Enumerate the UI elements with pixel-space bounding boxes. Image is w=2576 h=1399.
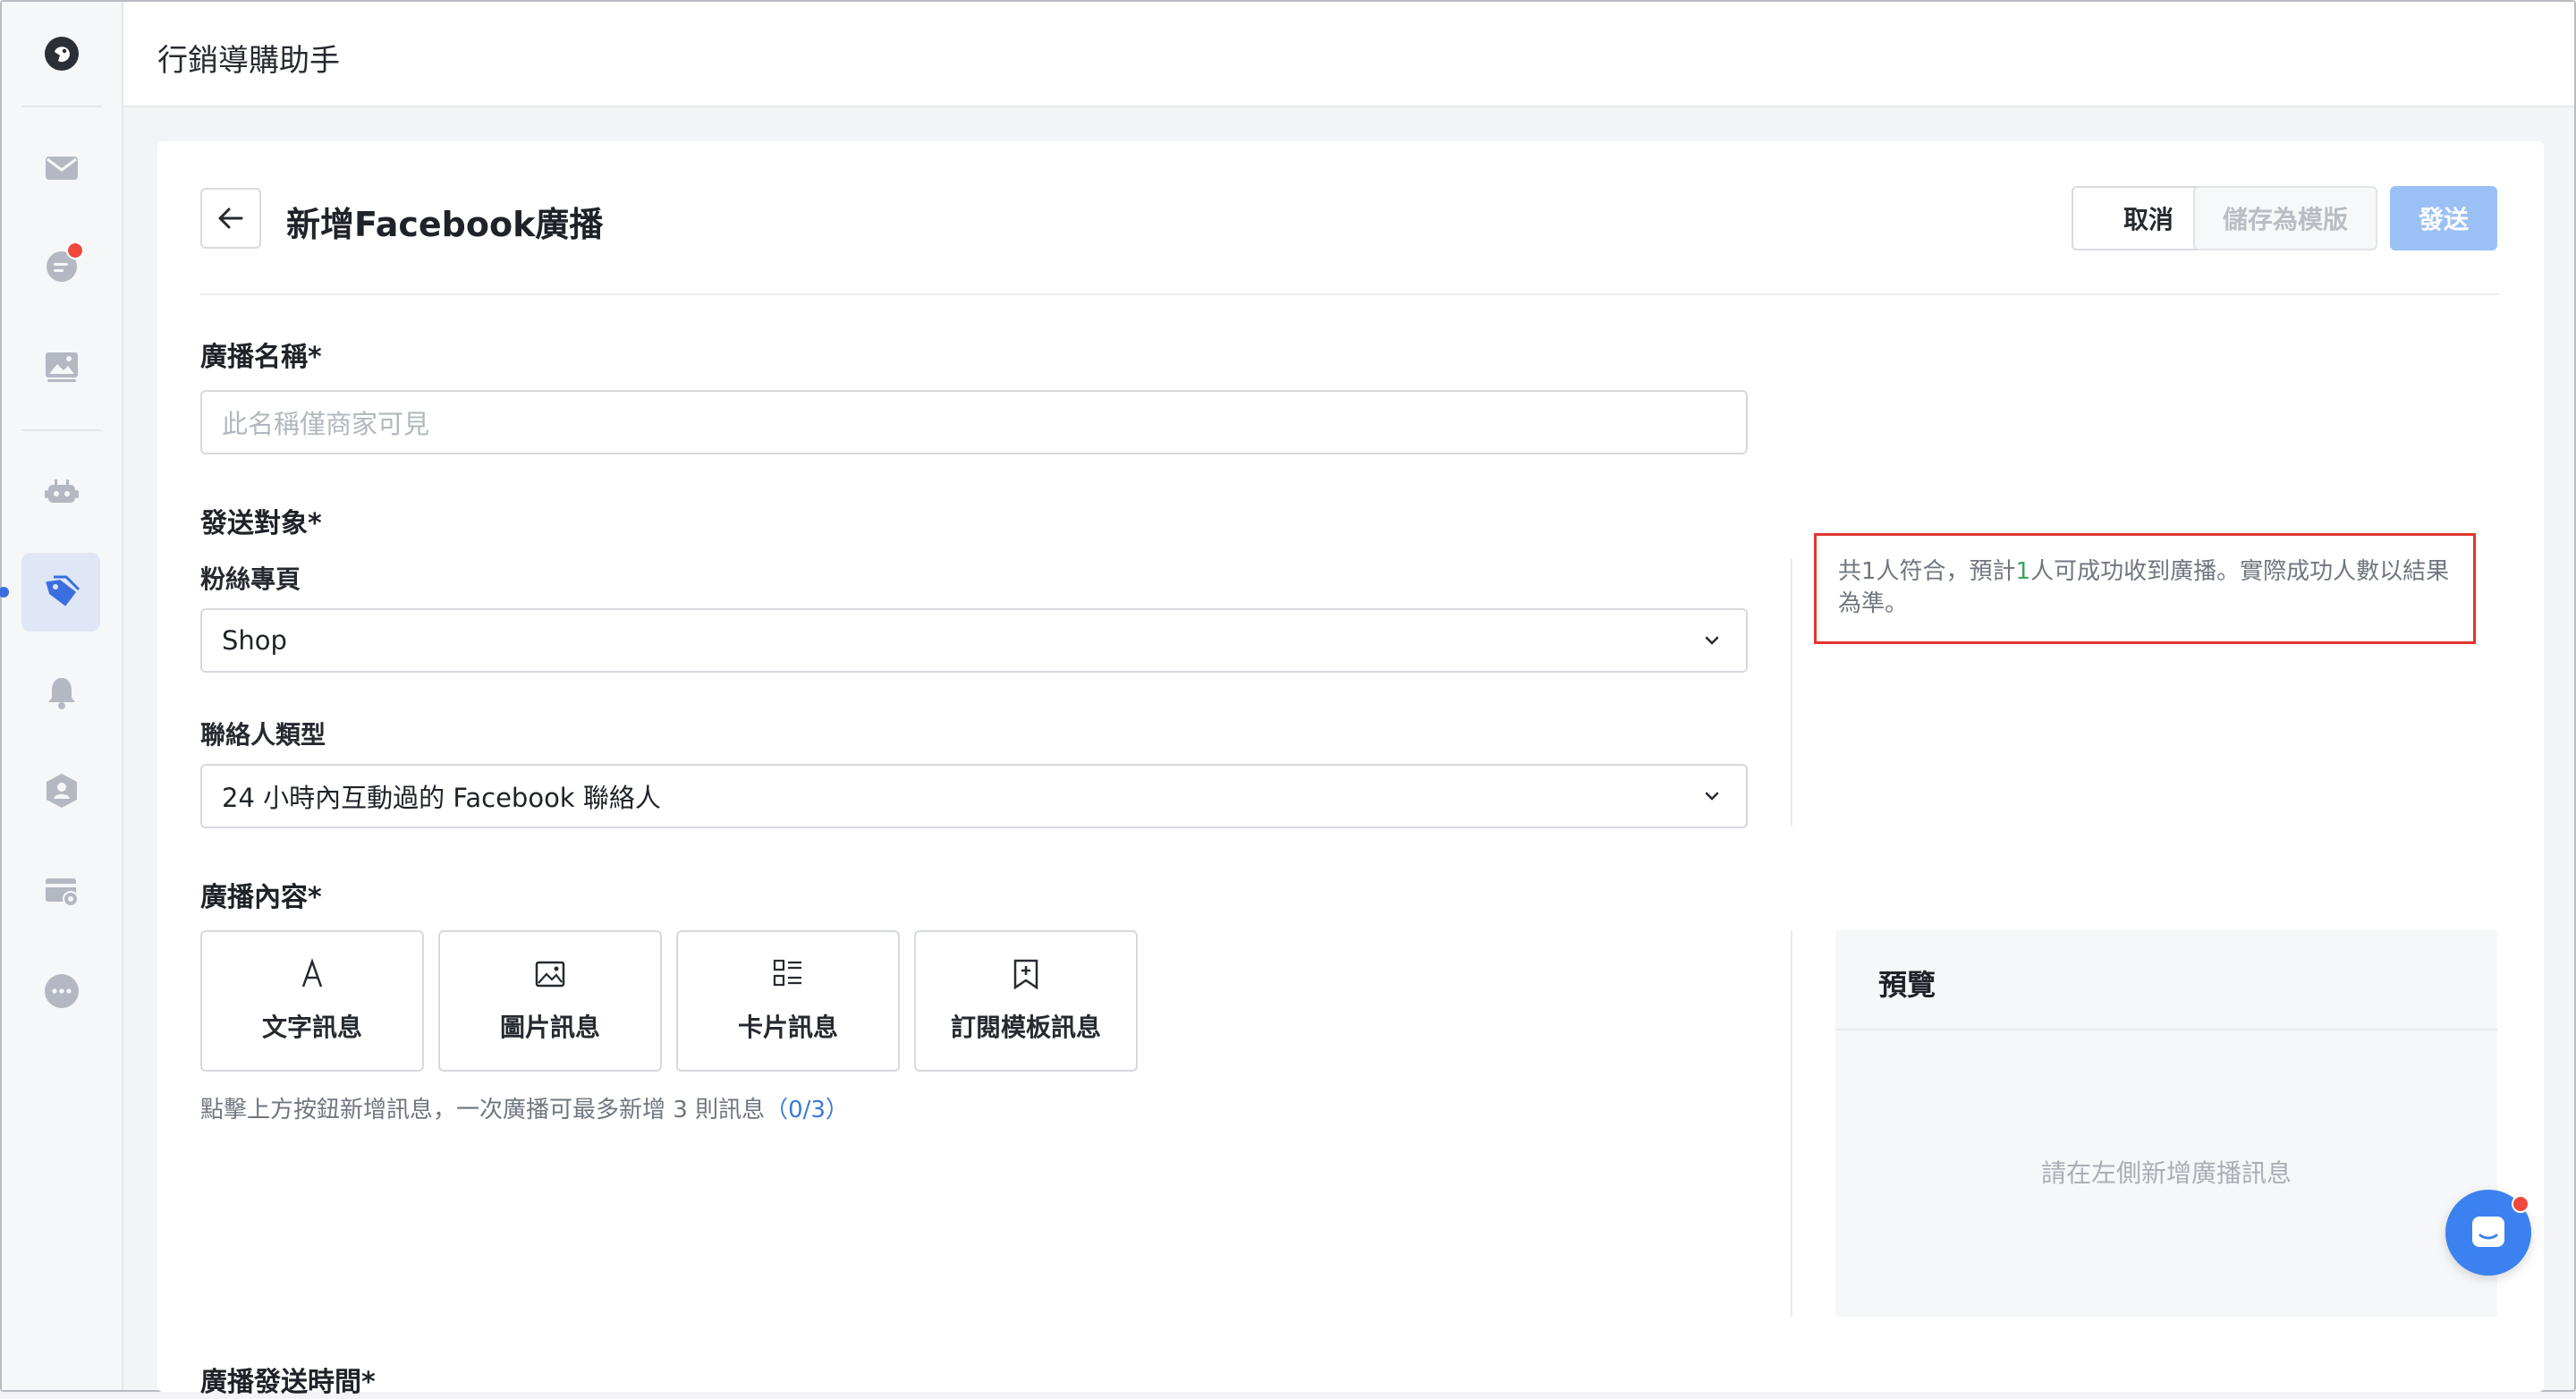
contact-type-label: 聯絡人類型 — [200, 720, 326, 750]
contact-shield-icon[interactable] — [2, 764, 122, 818]
arrow-left-icon — [218, 208, 243, 229]
add-text-message-label: 文字訊息 — [261, 1013, 362, 1042]
contact-type-select-value: 24 小時內互動過的 Facebook 聯絡人 — [222, 783, 661, 813]
fanpage-select-value: Shop — [222, 625, 287, 656]
fanpage-label: 粉絲專頁 — [200, 564, 301, 594]
preview-panel: 預覽 請在左側新增廣播訊息 — [1835, 930, 2497, 1317]
text-icon — [301, 958, 323, 988]
more-icon[interactable] — [2, 964, 122, 1018]
section-divider — [1791, 558, 1792, 827]
top-bar: 行銷導購助手 — [123, 2, 2574, 107]
image-icon — [535, 961, 565, 988]
notification-dot — [66, 242, 84, 259]
broadcast-form-card: 新增Facebook廣播 取消 儲存為模版 發送 廣播名稱* 此名稱僅商家可見 … — [157, 141, 2544, 1398]
bookmark-plus-icon — [1013, 959, 1038, 990]
chat-bubble-icon[interactable] — [2, 240, 122, 293]
add-subscription-template-button[interactable]: 訂閱模板訊息 — [914, 930, 1138, 1072]
add-card-message-label: 卡片訊息 — [737, 1013, 838, 1042]
add-card-message-button[interactable]: 卡片訊息 — [676, 930, 900, 1072]
content-hint: 點擊上方按鈕新增訊息，一次廣播可最多新增 3 則訊息（0/3） — [200, 1091, 849, 1124]
inbox-icon[interactable] — [2, 141, 122, 195]
add-text-message-button[interactable]: 文字訊息 — [200, 930, 424, 1072]
audience-note-count: 1 — [2015, 558, 2031, 585]
send-button[interactable]: 發送 — [2390, 186, 2497, 250]
card-list-icon — [773, 959, 801, 987]
tag-icon[interactable] — [2, 565, 122, 619]
add-subscription-template-label: 訂閱模板訊息 — [950, 1013, 1101, 1042]
audience-note-prefix: 共1人符合，預計 — [1838, 558, 2016, 585]
sidebar — [0, 2, 123, 1390]
add-image-message-button[interactable]: 圖片訊息 — [438, 930, 662, 1072]
logo-icon[interactable] — [2, 27, 122, 81]
back-button[interactable] — [200, 188, 261, 249]
broadcast-name-input[interactable]: 此名稱僅商家可見 — [200, 390, 1748, 454]
broadcast-name-label: 廣播名稱* — [200, 342, 322, 373]
bell-icon[interactable] — [2, 666, 122, 719]
app-title: 行銷導購助手 — [157, 43, 340, 79]
chevron-down-icon — [1705, 792, 1719, 801]
chat-notification-dot — [2512, 1195, 2529, 1213]
contact-type-select[interactable]: 24 小時內互動過的 Facebook 聯絡人 — [200, 764, 1748, 828]
chevron-down-icon — [1705, 636, 1719, 645]
preview-divider — [1835, 1029, 2497, 1030]
audience-label: 發送對象* — [200, 508, 322, 539]
card-settings-icon[interactable] — [2, 864, 122, 918]
sidebar-divider — [21, 429, 102, 431]
send-time-label: 廣播發送時間* — [200, 1367, 376, 1398]
chat-icon — [2472, 1217, 2504, 1247]
content-hint-text: 點擊上方按鈕新增訊息，一次廣播可最多新增 3 則訊息 — [200, 1097, 766, 1123]
robot-icon[interactable] — [2, 465, 122, 519]
audience-estimate-note: 共1人符合，預計1人可成功收到廣播。實際成功人數以結果為準。 — [1814, 533, 2476, 644]
page-title: 新增Facebook廣播 — [286, 205, 604, 244]
sidebar-divider — [21, 106, 102, 107]
add-image-message-label: 圖片訊息 — [499, 1013, 600, 1042]
header-divider — [200, 293, 2499, 295]
section-divider — [1791, 930, 1792, 1317]
preview-title: 預覽 — [1878, 968, 1936, 1002]
preview-empty-text: 請在左側新增廣播訊息 — [2040, 1158, 2292, 1188]
save-template-button[interactable]: 儲存為模版 — [2193, 186, 2377, 250]
image-gallery-icon[interactable] — [2, 340, 122, 394]
fanpage-select[interactable]: Shop — [200, 608, 1748, 673]
content-label: 廣播內容* — [200, 882, 322, 913]
content-hint-count: （0/3） — [765, 1097, 849, 1123]
